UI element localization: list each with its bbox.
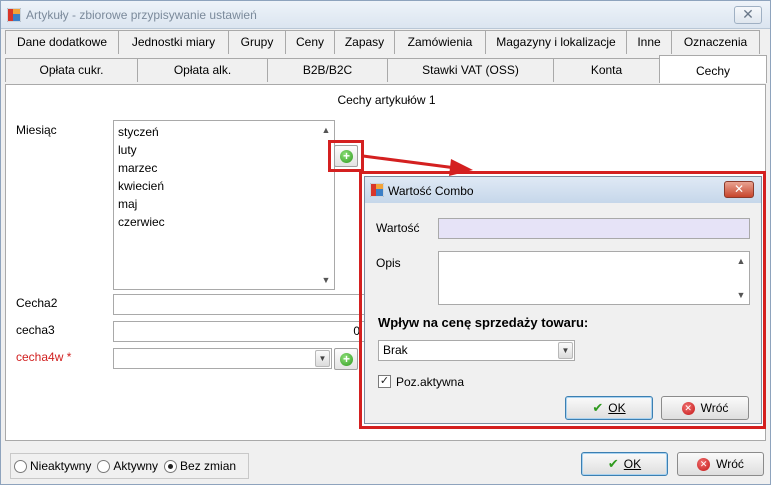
radio-circle[interactable]	[14, 459, 27, 473]
tab-row-2: Opłata cukr. Opłata alk. B2B/B2C Stawki …	[5, 55, 767, 83]
scroll-down-icon[interactable]: ▼	[318, 273, 334, 287]
radio-label: Nieaktywny	[30, 459, 92, 473]
tab-inne[interactable]: Inne	[626, 30, 672, 54]
tab-zapasy[interactable]: Zapasy	[334, 30, 395, 54]
status-radio-group: Nieaktywny Aktywny Bez zmian	[10, 453, 249, 479]
radio-circle[interactable]	[164, 459, 178, 473]
tab-ceny[interactable]: Ceny	[285, 30, 335, 54]
miesiac-listbox[interactable]: styczeń luty marzec kwiecień maj czerwie…	[113, 120, 335, 290]
radio-label: Bez zmian	[180, 459, 237, 473]
tab-oplata-cukr[interactable]: Opłata cukr.	[5, 58, 138, 82]
list-item[interactable]: luty	[114, 141, 334, 159]
tab-row-1: Dane dodatkowe Jednostki miary Grupy Cen…	[5, 30, 760, 54]
cancel-icon: ✕	[697, 457, 711, 471]
cecha2-input[interactable]	[113, 294, 365, 315]
highlight-dialog	[359, 171, 766, 429]
tab-oznaczenia[interactable]: Oznaczenia	[671, 30, 760, 54]
tab-grupy[interactable]: Grupy	[228, 30, 286, 54]
tab-konta[interactable]: Konta	[553, 58, 660, 82]
ok-button[interactable]: ✔ OK	[581, 452, 668, 476]
add-cecha4w-button[interactable]: +	[334, 348, 358, 370]
title-bar: Artykuły - zbiorowe przypisywanie ustawi…	[1, 1, 770, 29]
tab-jednostki-miary[interactable]: Jednostki miary	[118, 30, 229, 54]
tab-magazyny-i-lokalizacje[interactable]: Magazyny i lokalizacje	[485, 30, 627, 54]
plus-icon: +	[340, 353, 353, 366]
tab-b2b-b2c[interactable]: B2B/B2C	[267, 58, 388, 82]
window-close-button[interactable]: ✕	[734, 6, 762, 24]
radio-nieaktywny[interactable]: Nieaktywny	[14, 459, 91, 473]
cecha4w-combo[interactable]: ▼	[113, 348, 332, 369]
scroll-up-icon[interactable]: ▲	[318, 123, 334, 137]
bottom-bar: Nieaktywny Aktywny Bez zmian ✔ OK ✕ Wróć	[1, 445, 770, 485]
cecha3-input[interactable]: 0	[113, 321, 365, 342]
radio-label: Aktywny	[113, 459, 159, 473]
tab-cechy[interactable]: Cechy	[659, 55, 767, 83]
cecha3-label: cecha3	[16, 323, 55, 337]
miesiac-label: Miesiąc	[16, 123, 57, 137]
back-button[interactable]: ✕ Wróć	[677, 452, 764, 476]
window-title: Artykuły - zbiorowe przypisywanie ustawi…	[26, 8, 257, 22]
ok-label: OK	[623, 457, 642, 471]
list-item[interactable]: maj	[114, 195, 334, 213]
list-item[interactable]: czerwiec	[114, 213, 334, 231]
main-window: Artykuły - zbiorowe przypisywanie ustawi…	[0, 0, 771, 485]
list-item[interactable]: kwiecień	[114, 177, 334, 195]
chevron-down-icon[interactable]: ▼	[315, 350, 330, 367]
radio-aktywny[interactable]: Aktywny	[97, 459, 158, 473]
list-item[interactable]: styczeń	[114, 123, 334, 141]
checkmark-icon: ✔	[607, 456, 619, 471]
cecha4w-label: cecha4w *	[16, 350, 72, 364]
highlight-add-button	[328, 140, 364, 172]
tab-dane-dodatkowe[interactable]: Dane dodatkowe	[5, 30, 119, 54]
tab-zamowienia[interactable]: Zamówienia	[394, 30, 486, 54]
list-item[interactable]: marzec	[114, 159, 334, 177]
back-label: Wróć	[716, 457, 744, 471]
tab-stawki-vat-oss[interactable]: Stawki VAT (OSS)	[387, 58, 554, 82]
cecha2-label: Cecha2	[16, 296, 58, 310]
app-icon	[7, 8, 21, 22]
radio-circle[interactable]	[97, 459, 111, 473]
radio-bez-zmian[interactable]: Bez zmian	[164, 459, 236, 473]
group-title: Cechy artykułów 1	[337, 93, 436, 107]
tab-oplata-alk[interactable]: Opłata alk.	[137, 58, 268, 82]
